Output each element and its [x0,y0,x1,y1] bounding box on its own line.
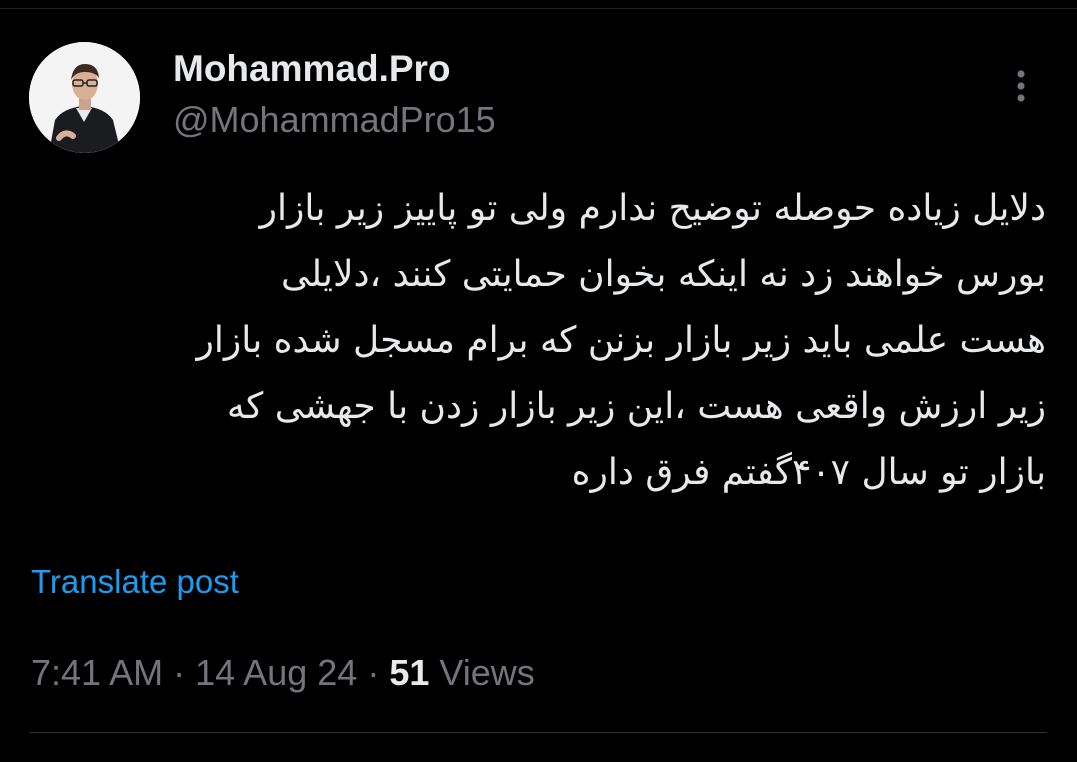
tweet-metadata: 7:41 AM · 14 Aug 24 · 51 Views [31,652,535,694]
views-count: 51 [389,652,430,693]
meta-separator: · [367,652,380,693]
tweet-line: بازار تو سال ۴۰۷گفتم فرق داره [571,452,1046,493]
translate-post-link[interactable]: Translate post [31,563,239,601]
top-divider [0,8,1077,9]
tweet-line: زیر ارزش واقعی هست ،این زیر بازار زدن با… [226,386,1046,427]
bottom-divider [30,732,1047,733]
display-name[interactable]: Mohammad.Pro [173,48,451,90]
tweet-text: دلایل زیاده حوصله توضیح ندارم ولی تو پای… [60,176,1046,506]
meta-separator: · [173,652,186,693]
tweet-time[interactable]: 7:41 AM [31,652,163,693]
tweet-line: بورس خواهند زد نه اینکه بخوان حمایتی کنن… [281,254,1046,295]
tweet-line: دلایل زیاده حوصله توضیح ندارم ولی تو پای… [259,188,1046,229]
tweet-date[interactable]: 14 Aug 24 [195,652,357,693]
more-vertical-icon [1017,70,1025,102]
user-handle[interactable]: @MohammadPro15 [173,99,496,141]
more-options-button[interactable] [1004,66,1038,106]
avatar[interactable] [29,42,140,153]
views-label: Views [439,652,535,693]
tweet-line: هست علمی باید زیر بازار بزنن که برام مسج… [196,320,1046,361]
